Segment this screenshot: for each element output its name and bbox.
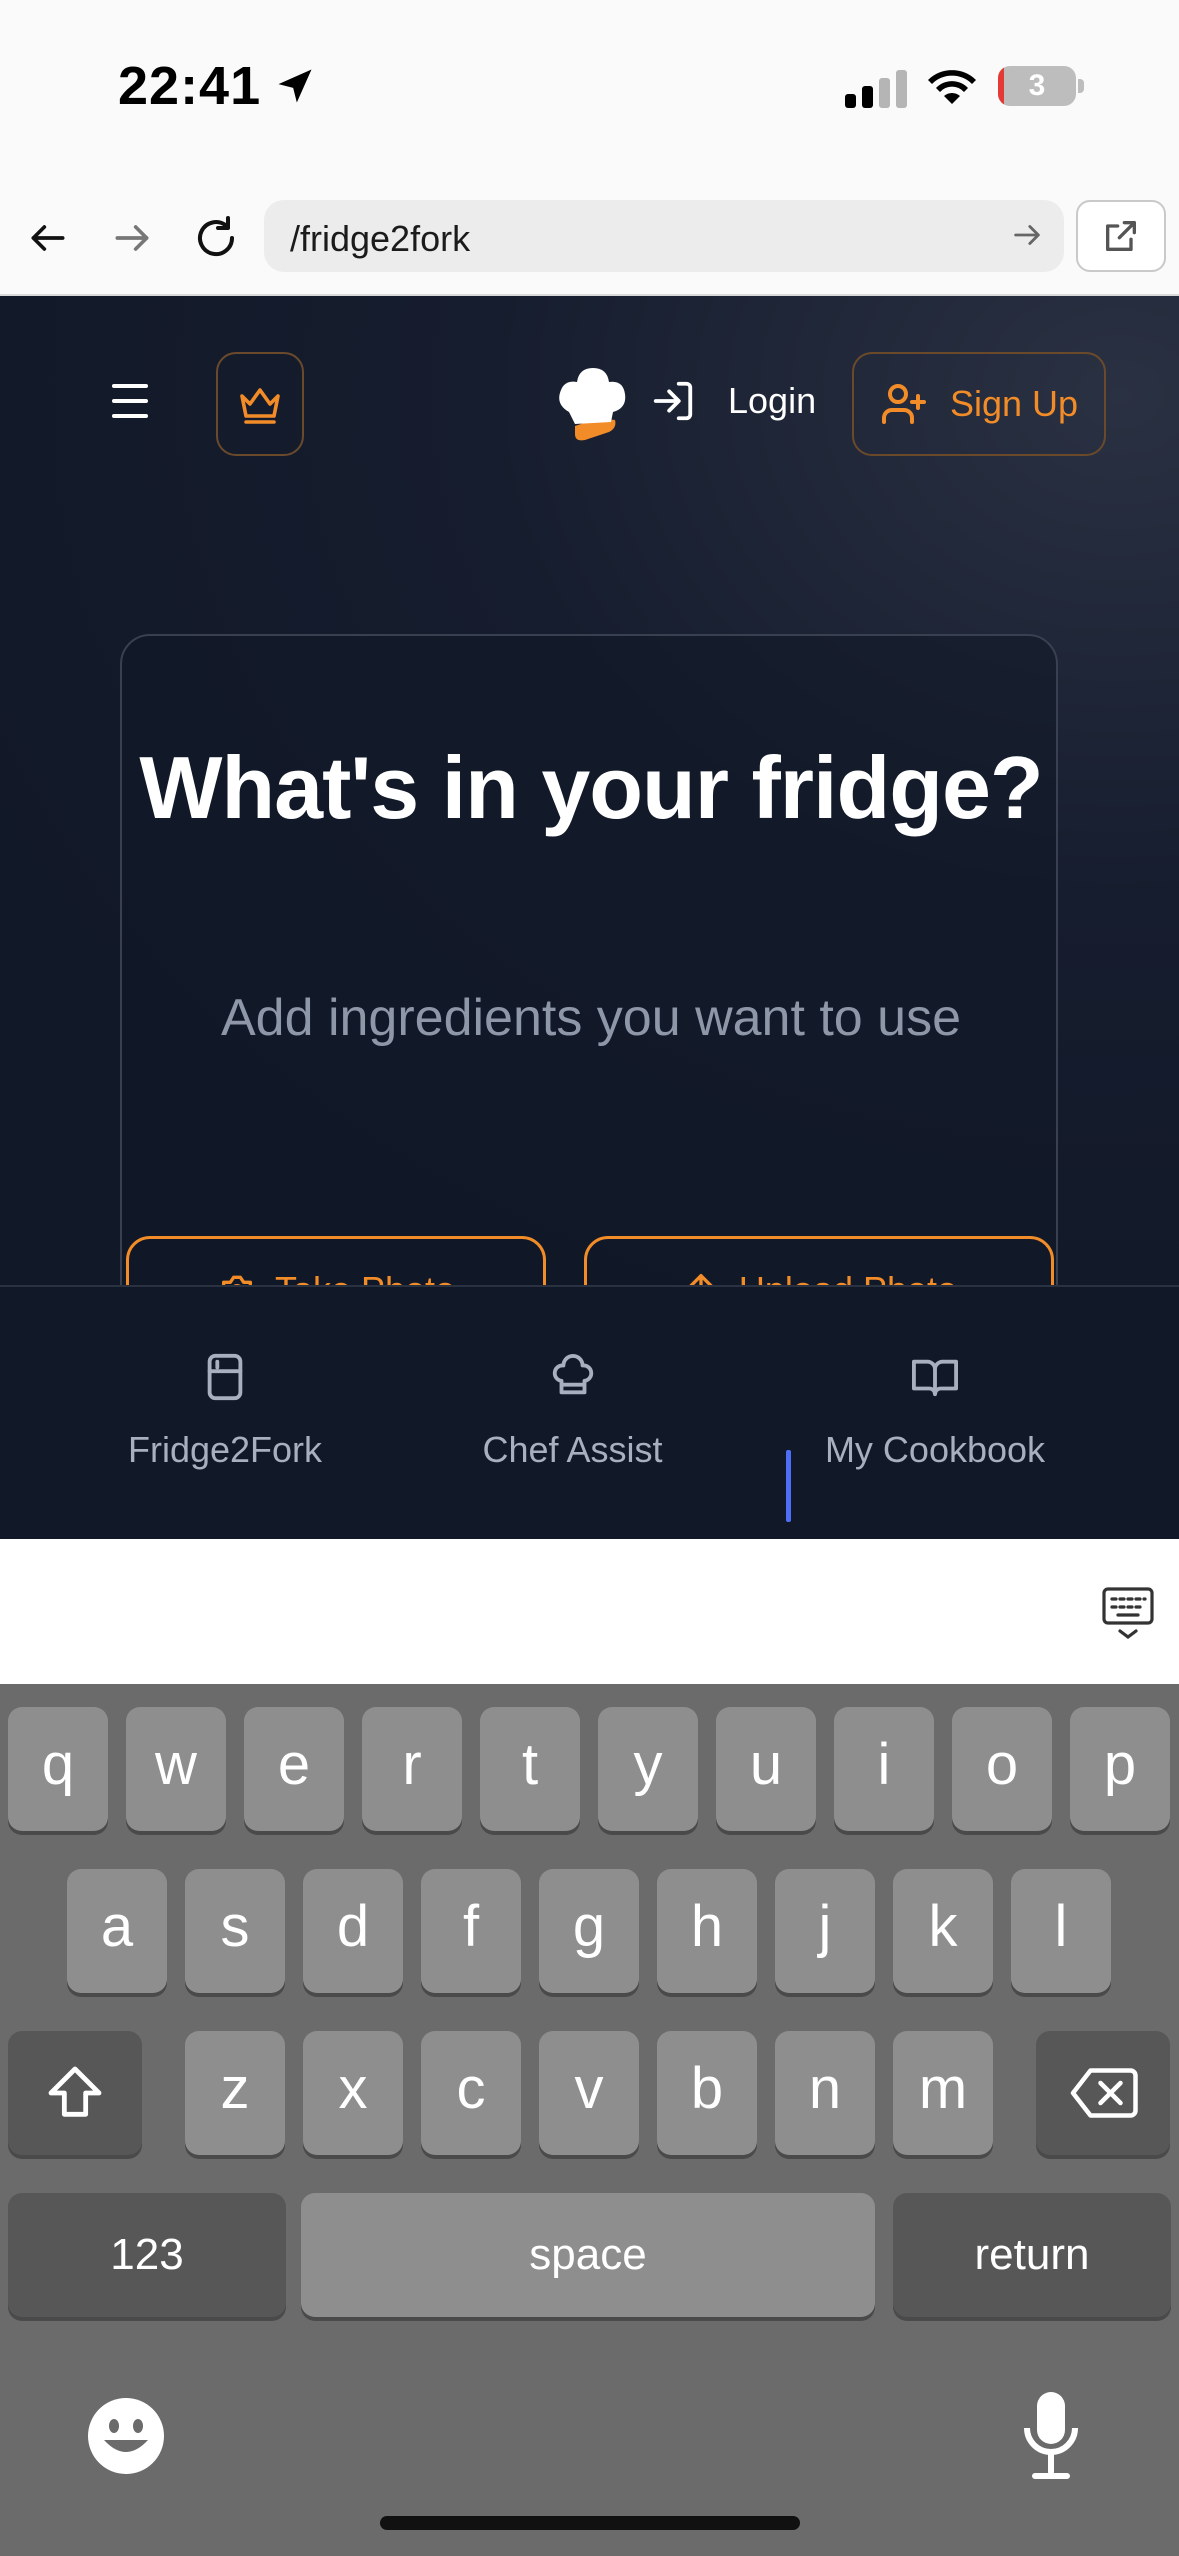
key-g[interactable]: g [539, 1869, 639, 1993]
browser-toolbar: /fridge2fork [0, 180, 1179, 296]
key-b[interactable]: b [657, 2031, 757, 2155]
upload-photo-label: Upload Photo [739, 1269, 957, 1285]
hero-title: What's in your fridge? [139, 738, 1043, 837]
key-x[interactable]: x [303, 2031, 403, 2155]
key-d[interactable]: d [303, 1869, 403, 1993]
take-photo-button[interactable]: Take Photo [126, 1236, 546, 1285]
sign-up-label: Sign Up [949, 383, 1079, 424]
nav-label: Chef Assist [482, 1429, 663, 1470]
time-text: 22:41 [118, 56, 262, 116]
take-photo-label: Take Photo [275, 1269, 455, 1285]
user-plus-icon [881, 384, 926, 424]
fridge-icon [207, 1353, 243, 1401]
wifi-icon [928, 70, 976, 104]
key-k[interactable]: k [893, 1869, 993, 1993]
microphone-icon[interactable] [1019, 2388, 1083, 2484]
sign-up-button[interactable]: Sign Up [852, 352, 1106, 456]
key-i[interactable]: i [834, 1707, 934, 1831]
key-v[interactable]: v [539, 2031, 639, 2155]
key-j[interactable]: j [775, 1869, 875, 1993]
battery-icon: 3 [998, 66, 1076, 106]
shift-icon [48, 2066, 102, 2117]
ingredients-card: What's in your fridge? Add ingredients y… [120, 634, 1058, 1285]
crown-icon [240, 388, 280, 424]
chef-logo-icon [559, 368, 626, 441]
bottom-navigation: Fridge2Fork Chef Assist My Cookbook [0, 1285, 1179, 1539]
nav-fridge2fork[interactable]: Fridge2Fork [90, 1287, 360, 1541]
keyboard-toolbar [0, 1539, 1179, 1684]
text-cursor [786, 1450, 791, 1522]
login-icon [653, 381, 693, 421]
reload-icon [198, 216, 235, 257]
battery-level: 3 [1028, 69, 1046, 102]
hamburger-menu-button[interactable] [100, 376, 160, 426]
signal-icon [845, 70, 907, 108]
status-time: 22:41 [118, 55, 317, 117]
book-open-icon [912, 1359, 958, 1397]
key-p[interactable]: p [1070, 1707, 1170, 1831]
app-screen: Login Sign Up What's in your fridge? Add… [0, 296, 1179, 1285]
key-y[interactable]: y [598, 1707, 698, 1831]
hero-subtitle: Add ingredients you want to use [220, 989, 962, 1047]
open-external-button[interactable] [1076, 200, 1166, 272]
space-bar[interactable]: space [301, 2193, 875, 2317]
go-arrow-icon[interactable] [1010, 218, 1044, 252]
nav-chef-assist[interactable]: Chef Assist [440, 1287, 705, 1541]
arrow-right-icon [115, 225, 149, 251]
emoji-key-icon[interactable] [86, 2396, 166, 2476]
key-h[interactable]: h [657, 1869, 757, 1993]
status-bar: 22:41 3 [0, 0, 1179, 180]
battery-nub [1078, 79, 1084, 93]
key-t[interactable]: t [480, 1707, 580, 1831]
key-l[interactable]: l [1011, 1869, 1111, 1993]
nav-label: Fridge2Fork [127, 1429, 323, 1470]
keyboard-dismiss-icon[interactable] [1100, 1585, 1156, 1643]
premium-button[interactable] [216, 352, 304, 456]
key-q[interactable]: q [8, 1707, 108, 1831]
key-u[interactable]: u [716, 1707, 816, 1831]
chef-hat-icon [552, 1354, 593, 1395]
key-w[interactable]: w [126, 1707, 226, 1831]
numbers-key[interactable]: 123 [8, 2193, 286, 2317]
key-o[interactable]: o [952, 1707, 1052, 1831]
key-z[interactable]: z [185, 2031, 285, 2155]
nav-label: My Cookbook [824, 1429, 1046, 1470]
key-s[interactable]: s [185, 1869, 285, 1993]
key-f[interactable]: f [421, 1869, 521, 1993]
login-link[interactable]: Login [650, 378, 816, 424]
nav-my-cookbook[interactable]: My Cookbook [790, 1287, 1080, 1541]
external-link-icon [1106, 221, 1136, 251]
key-a[interactable]: a [67, 1869, 167, 1993]
login-label: Login [728, 380, 817, 421]
key-e[interactable]: e [244, 1707, 344, 1831]
location-arrow-icon [278, 69, 312, 103]
key-m[interactable]: m [893, 2031, 993, 2155]
return-key[interactable]: return [893, 2193, 1171, 2317]
camera-icon [221, 1275, 252, 1285]
delete-key[interactable] [1036, 2031, 1170, 2155]
upload-photo-button[interactable]: Upload Photo [584, 1236, 1054, 1285]
backspace-icon [1070, 2068, 1138, 2118]
back-button[interactable] [20, 210, 76, 266]
key-r[interactable]: r [362, 1707, 462, 1831]
reload-button[interactable] [188, 210, 244, 266]
address-bar[interactable]: /fridge2fork [264, 200, 1064, 272]
arrow-left-icon [31, 225, 65, 251]
key-n[interactable]: n [775, 2031, 875, 2155]
url-text: /fridge2fork [290, 218, 471, 259]
key-c[interactable]: c [421, 2031, 521, 2155]
forward-button[interactable] [104, 210, 160, 266]
shift-key[interactable] [8, 2031, 142, 2155]
home-indicator [380, 2516, 800, 2530]
upload-icon [689, 1274, 713, 1285]
